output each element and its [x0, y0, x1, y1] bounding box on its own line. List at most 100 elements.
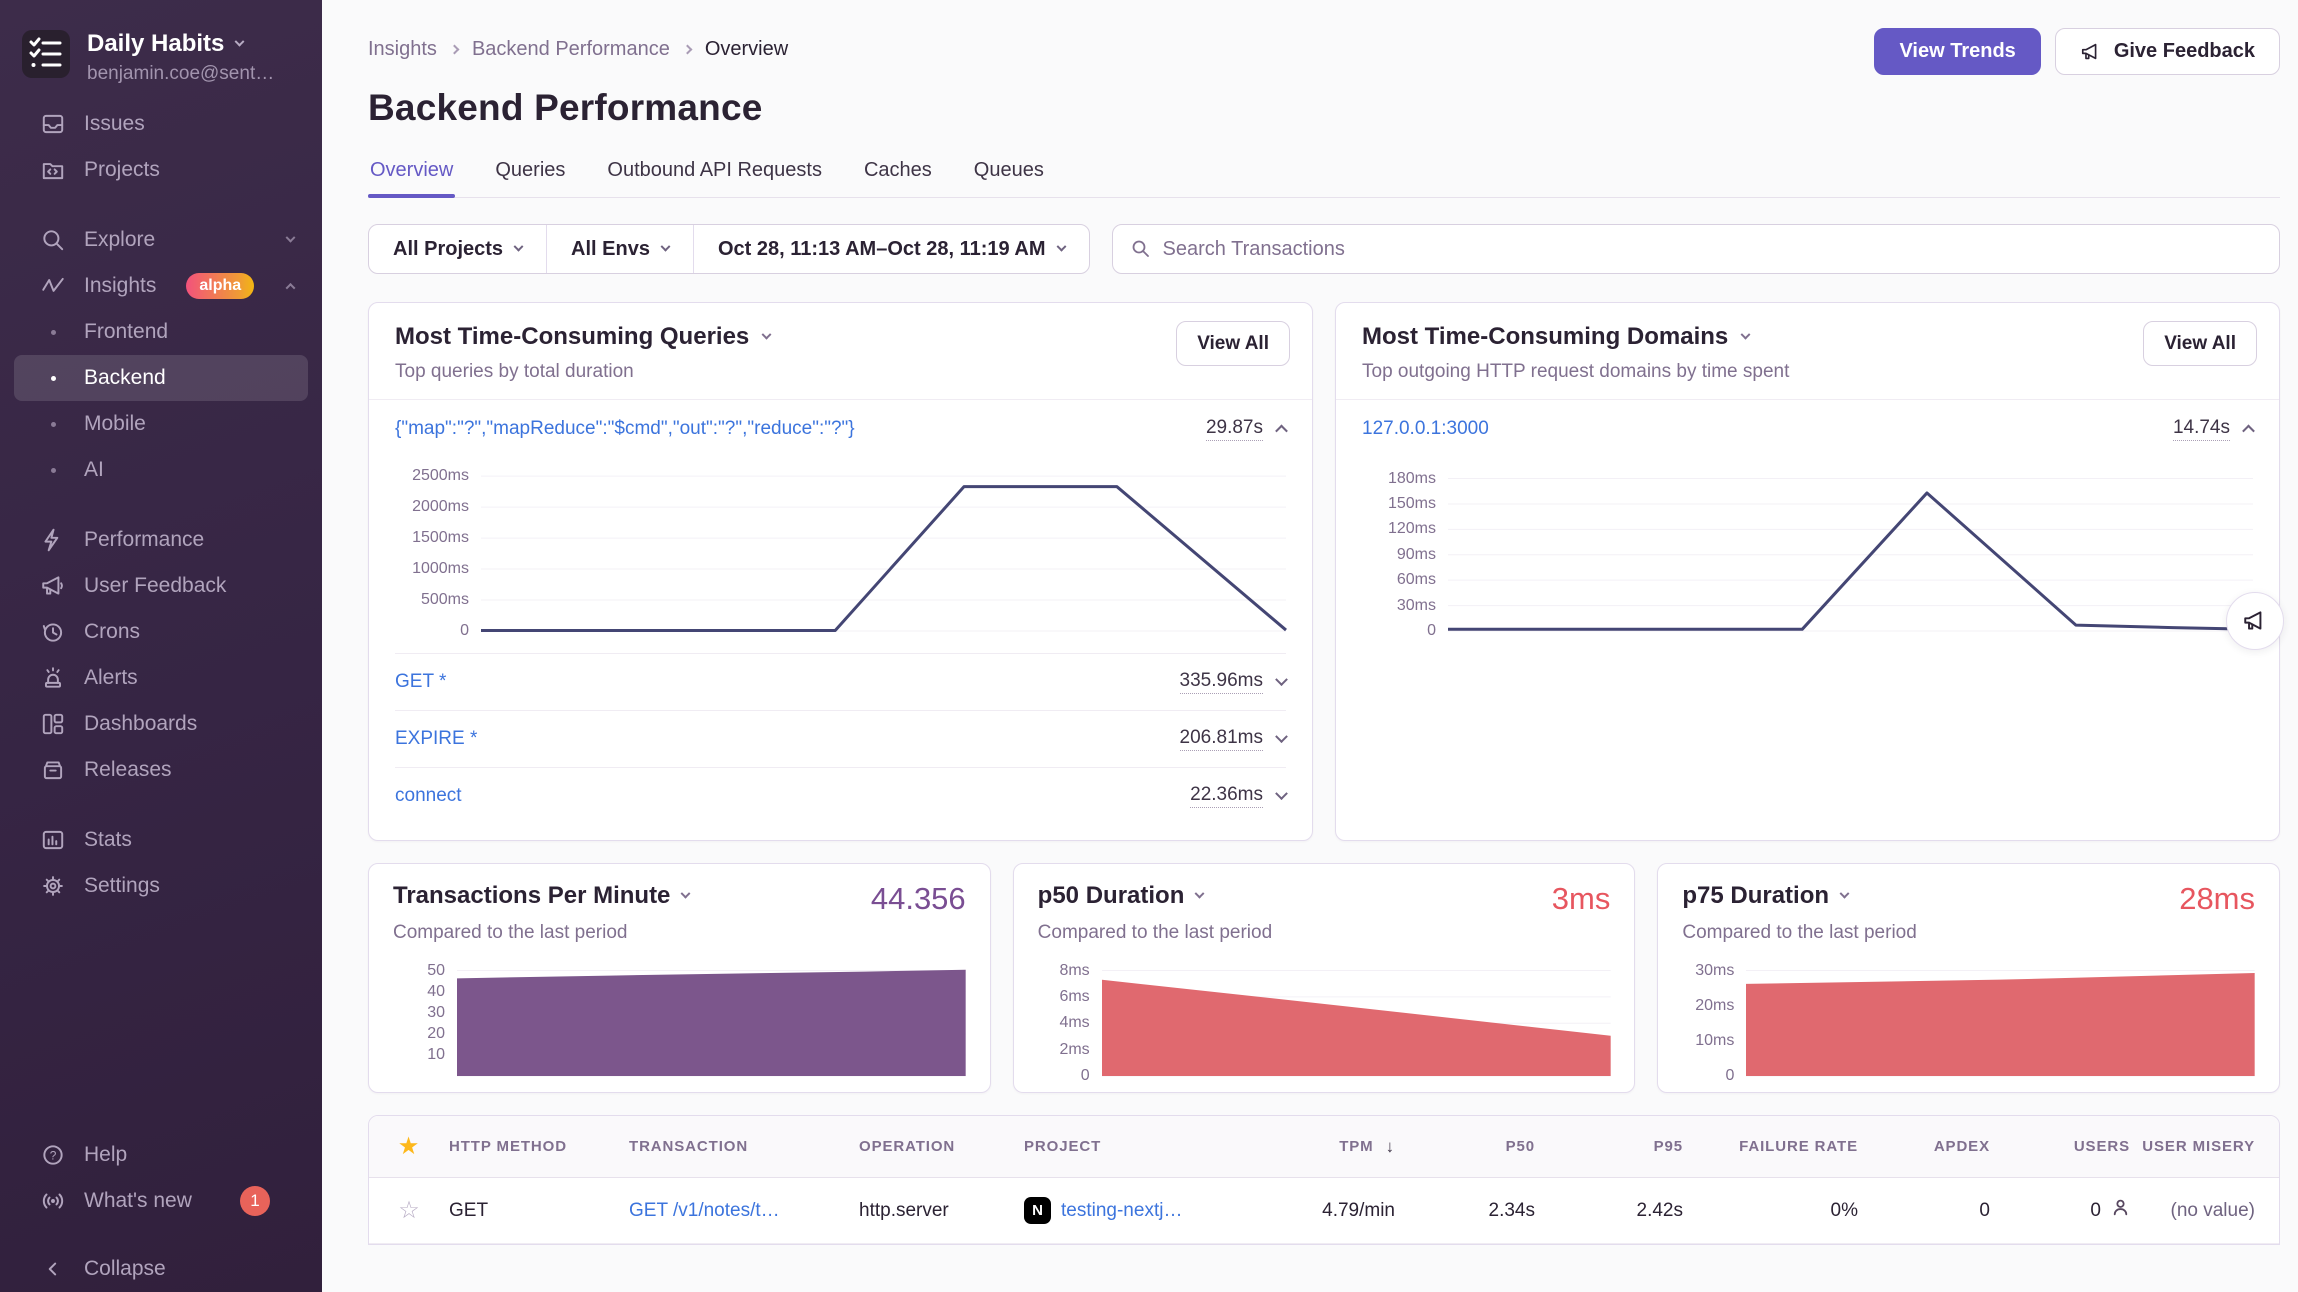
tab-outbound-api-requests[interactable]: Outbound API Requests — [605, 151, 824, 197]
domains-view-all-button[interactable]: View All — [2143, 321, 2257, 366]
query-link[interactable]: GET * — [395, 671, 446, 693]
sidebar-item-label: AI — [84, 458, 104, 482]
tpm-card-title: Transactions Per Minute — [393, 882, 670, 910]
domains-card: Most Time-Consuming Domains View All Top… — [1335, 302, 2280, 841]
give-feedback-button[interactable]: Give Feedback — [2055, 28, 2280, 75]
breadcrumb-backend-performance[interactable]: Backend Performance — [472, 38, 670, 61]
org-switcher[interactable]: Daily Habits benjamin.coe@sent… — [0, 20, 322, 85]
breadcrumb-insights[interactable]: Insights — [368, 38, 437, 61]
header-users[interactable]: USERS — [2002, 1138, 2142, 1155]
environment-filter[interactable]: All Envs — [547, 225, 694, 273]
sidebar-item-explore[interactable]: Explore — [14, 217, 308, 263]
transaction-link[interactable]: GET /v1/notes/t… — [629, 1200, 780, 1222]
query-list: GET * 335.96ms EXPIRE * 206.81ms connect… — [395, 653, 1286, 824]
queries-card: Most Time-Consuming Queries View All Top… — [368, 302, 1313, 841]
header-p50[interactable]: P50 — [1407, 1138, 1547, 1155]
collapse-row-icon[interactable] — [1275, 424, 1288, 437]
tab-caches[interactable]: Caches — [862, 151, 934, 197]
search-input[interactable] — [1163, 238, 2261, 261]
date-range-filter[interactable]: Oct 28, 11:13 AM–Oct 28, 11:19 AM — [694, 225, 1089, 273]
query-link[interactable]: connect — [395, 785, 462, 807]
tab-bar: Overview Queries Outbound API Requests C… — [368, 151, 2280, 198]
nav-divider — [0, 493, 322, 517]
header-p95[interactable]: P95 — [1547, 1138, 1695, 1155]
sidebar-item-label: Stats — [84, 828, 132, 852]
query-total-time: 29.87s — [1206, 417, 1263, 441]
query-link[interactable]: EXPIRE * — [395, 728, 477, 750]
sidebar-item-dashboards[interactable]: Dashboards — [14, 701, 308, 747]
domains-duration-chart: 030ms60ms90ms120ms150ms180ms — [1362, 465, 2253, 631]
sidebar-item-backend[interactable]: Backend — [14, 355, 308, 401]
sidebar-item-projects[interactable]: Projects — [14, 147, 308, 193]
sidebar-item-label: Backend — [84, 366, 166, 390]
sidebar-item-performance[interactable]: Performance — [14, 517, 308, 563]
clock-icon — [40, 619, 66, 645]
query-link[interactable]: {"map":"?","mapReduce":"$cmd","out":"?",… — [395, 418, 855, 440]
tab-queries[interactable]: Queries — [493, 151, 567, 197]
header-transaction[interactable]: TRANSACTION — [617, 1138, 847, 1155]
collapse-row-icon[interactable] — [2242, 424, 2255, 437]
sidebar-item-whats-new[interactable]: What's new 1 — [14, 1178, 308, 1224]
chevron-down-icon[interactable] — [681, 888, 691, 898]
sidebar-item-label: Mobile — [84, 412, 146, 436]
chevron-down-icon — [661, 241, 671, 251]
query-row: EXPIRE * 206.81ms — [395, 710, 1286, 767]
chevron-down-icon[interactable] — [762, 329, 772, 339]
sidebar-item-ai[interactable]: AI — [14, 447, 308, 493]
expand-row-icon[interactable] — [1275, 730, 1288, 743]
expand-row-icon[interactable] — [1275, 673, 1288, 686]
sidebar-item-crons[interactable]: Crons — [14, 609, 308, 655]
view-trends-button[interactable]: View Trends — [1874, 28, 2040, 75]
sidebar-item-mobile[interactable]: Mobile — [14, 401, 308, 447]
p75-card-title: p75 Duration — [1682, 882, 1829, 910]
lightning-icon — [40, 527, 66, 553]
tab-queues[interactable]: Queues — [972, 151, 1046, 197]
p50-card-title: p50 Duration — [1038, 882, 1185, 910]
query-row: GET * 335.96ms — [395, 653, 1286, 710]
chevron-right-icon — [682, 45, 692, 55]
sidebar-collapse-button[interactable]: Collapse — [14, 1246, 308, 1292]
sidebar-item-insights[interactable]: Insights alpha — [14, 263, 308, 309]
query-total-time: 22.36ms — [1190, 784, 1263, 808]
header-user-misery[interactable]: USER MISERY — [2142, 1138, 2267, 1155]
transaction-search — [1112, 224, 2280, 274]
sidebar-item-label: Dashboards — [84, 712, 197, 736]
table-row[interactable]: ☆ GET GET /v1/notes/t… http.server N tes… — [369, 1178, 2279, 1244]
chevron-down-icon[interactable] — [1741, 329, 1751, 339]
sidebar-item-releases[interactable]: Releases — [14, 747, 308, 793]
feedback-fab[interactable] — [2226, 592, 2284, 650]
sidebar-item-frontend[interactable]: Frontend — [14, 309, 308, 355]
releases-icon — [40, 757, 66, 783]
project-link[interactable]: testing-nextj… — [1061, 1200, 1182, 1222]
tab-overview[interactable]: Overview — [368, 151, 455, 197]
sidebar-item-help[interactable]: ? Help — [14, 1132, 308, 1178]
expand-row-icon[interactable] — [1275, 787, 1288, 800]
sidebar-item-stats[interactable]: Stats — [14, 817, 308, 863]
queries-card-subtitle: Top queries by total duration — [395, 361, 1286, 383]
domain-link[interactable]: 127.0.0.1:3000 — [1362, 418, 1489, 440]
project-cell: N testing-nextj… — [1012, 1197, 1247, 1224]
project-filter[interactable]: All Projects — [369, 225, 547, 273]
p75-chart: 010ms20ms30ms — [1682, 960, 2255, 1076]
page-title: Backend Performance — [368, 87, 2280, 129]
header-star[interactable]: ★ — [381, 1134, 437, 1159]
sidebar-item-alerts[interactable]: Alerts — [14, 655, 308, 701]
header-project[interactable]: PROJECT — [1012, 1138, 1247, 1155]
chevron-down-icon[interactable] — [1195, 888, 1205, 898]
query-total-time: 335.96ms — [1180, 670, 1263, 694]
header-http-method[interactable]: HTTP METHOD — [437, 1138, 617, 1155]
sidebar-item-user-feedback[interactable]: User Feedback — [14, 563, 308, 609]
star-outline-icon[interactable]: ☆ — [398, 1196, 420, 1225]
header-failure-rate[interactable]: FAILURE RATE — [1695, 1138, 1870, 1155]
header-operation[interactable]: OPERATION — [847, 1138, 1012, 1155]
operation-cell: http.server — [847, 1200, 1012, 1222]
queries-view-all-button[interactable]: View All — [1176, 321, 1290, 366]
header-apdex[interactable]: APDEX — [1870, 1138, 2002, 1155]
chevron-down-icon[interactable] — [1840, 888, 1850, 898]
bullet-icon — [40, 376, 66, 381]
chevron-left-icon — [40, 1256, 66, 1282]
sidebar-item-settings[interactable]: Settings — [14, 863, 308, 909]
header-tpm[interactable]: TPM↓ — [1247, 1137, 1407, 1157]
sidebar-item-issues[interactable]: Issues — [14, 101, 308, 147]
chevron-up-icon — [286, 282, 296, 292]
